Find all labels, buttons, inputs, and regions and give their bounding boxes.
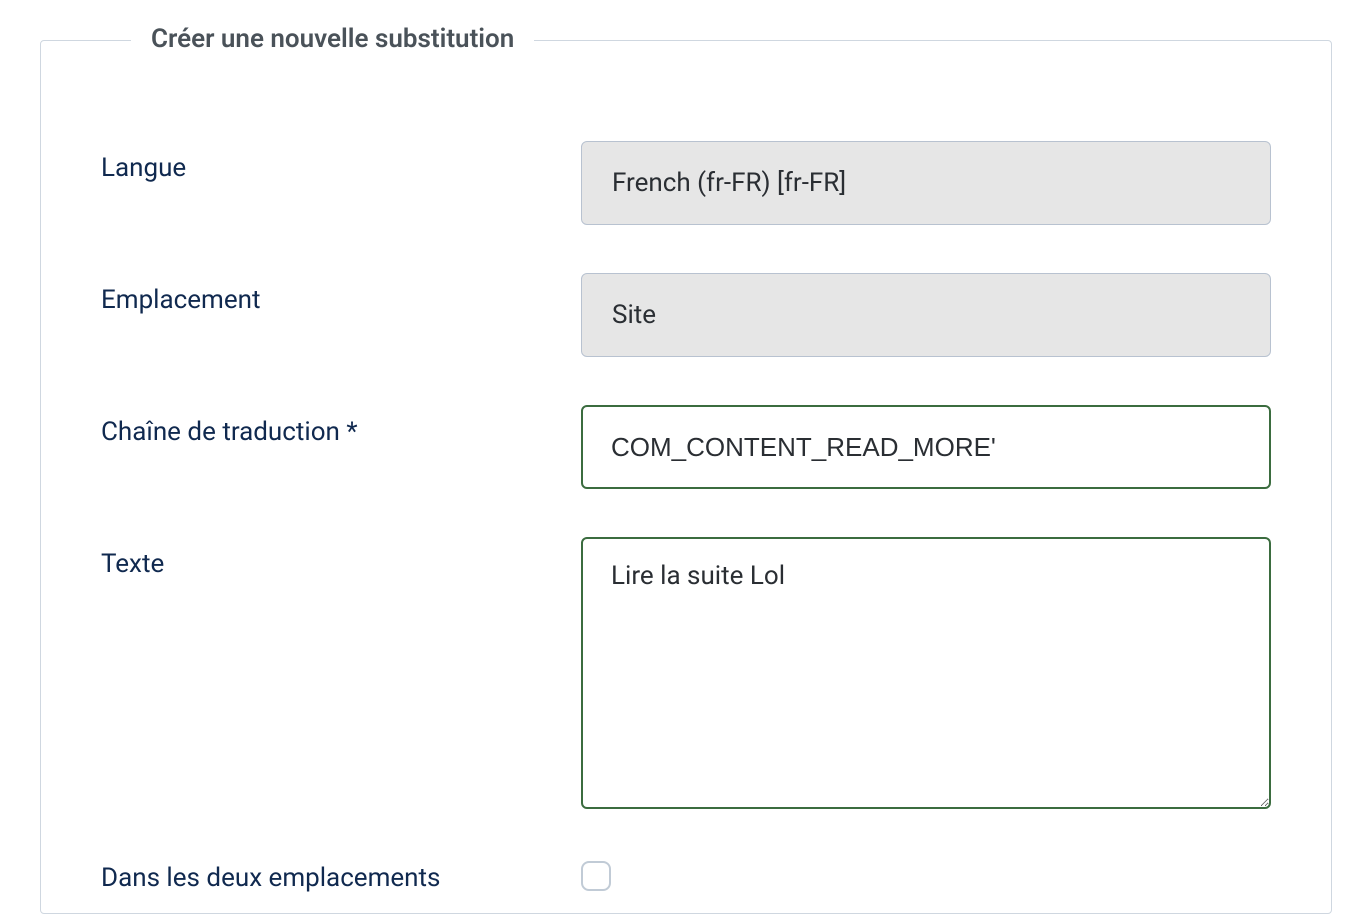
row-both-locations: Dans les deux emplacements <box>101 861 1271 895</box>
row-key: Chaîne de traduction * <box>101 405 1271 489</box>
row-text: Texte <box>101 537 1271 813</box>
both-locations-checkbox[interactable] <box>581 861 611 891</box>
create-override-fieldset: Créer une nouvelle substitution Langue F… <box>40 40 1332 914</box>
text-textarea[interactable] <box>581 537 1271 809</box>
control-wrap-key <box>581 405 1271 489</box>
label-text: Texte <box>101 537 581 579</box>
control-wrap-location: Site <box>581 273 1271 357</box>
control-wrap-both <box>581 861 1271 895</box>
label-location: Emplacement <box>101 273 581 315</box>
row-location: Emplacement Site <box>101 273 1271 357</box>
control-wrap-language: French (fr-FR) [fr-FR] <box>581 141 1271 225</box>
fieldset-legend: Créer une nouvelle substitution <box>131 24 534 54</box>
control-wrap-text <box>581 537 1271 813</box>
label-key: Chaîne de traduction * <box>101 405 581 447</box>
form-body: Langue French (fr-FR) [fr-FR] Emplacemen… <box>41 41 1331 895</box>
language-field: French (fr-FR) [fr-FR] <box>581 141 1271 225</box>
location-field: Site <box>581 273 1271 357</box>
label-both-locations: Dans les deux emplacements <box>101 863 581 893</box>
row-language: Langue French (fr-FR) [fr-FR] <box>101 141 1271 225</box>
translation-key-input[interactable] <box>581 405 1271 489</box>
label-language: Langue <box>101 141 581 183</box>
